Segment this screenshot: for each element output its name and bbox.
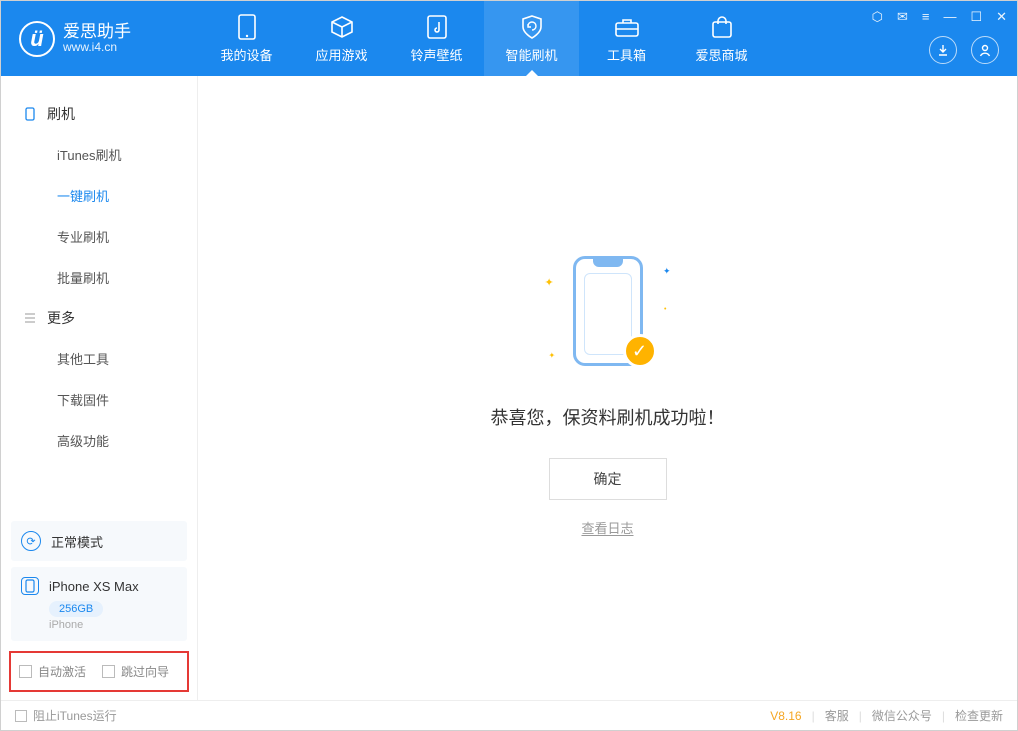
check-update-link[interactable]: 检查更新 [955, 707, 1003, 724]
wechat-link[interactable]: 微信公众号 [872, 707, 932, 724]
option-skip-guide[interactable]: 跳过向导 [102, 663, 169, 680]
menu-icon[interactable]: ≡ [922, 9, 930, 25]
check-badge-icon: ✓ [623, 334, 657, 368]
logo-area: ü 爱思助手 www.i4.cn [1, 21, 199, 57]
close-button[interactable]: ✕ [996, 9, 1007, 25]
sparkle-icon: ✦ [549, 351, 556, 360]
cube-icon [329, 14, 355, 40]
checkbox-icon[interactable] [15, 710, 27, 722]
feedback-icon[interactable]: ✉ [897, 9, 908, 25]
toolbox-icon [614, 14, 640, 40]
sidebar-item-advanced[interactable]: 高级功能 [1, 420, 197, 461]
tab-label: 应用游戏 [315, 45, 367, 64]
group-title: 更多 [47, 308, 75, 328]
sidebar-item-other-tools[interactable]: 其他工具 [1, 338, 197, 379]
main-tabs: 我的设备 应用游戏 铃声壁纸 智能刷机 工具箱 爱思商城 [199, 1, 769, 76]
shield-refresh-icon [519, 14, 545, 40]
tab-label: 爱思商城 [695, 45, 747, 64]
storage-badge: 256GB [49, 601, 103, 617]
sidebar-group-more[interactable]: 更多 [1, 298, 197, 338]
window-controls: ⬡ ✉ ≡ — ☐ ✕ [872, 9, 1007, 25]
app-header: ü 爱思助手 www.i4.cn 我的设备 应用游戏 铃声壁纸 智能刷机 工具箱 [1, 1, 1017, 76]
device-small-icon [23, 107, 37, 121]
sidebar-group-flash[interactable]: 刷机 [1, 94, 197, 134]
success-message: 恭喜您，保资料刷机成功啦！ [491, 404, 725, 430]
app-url: www.i4.cn [63, 41, 131, 54]
device-info-row[interactable]: iPhone XS Max 256GB iPhone [11, 567, 187, 641]
phone-icon [234, 14, 260, 40]
tab-label: 铃声壁纸 [410, 45, 462, 64]
checkbox-icon[interactable] [102, 665, 115, 678]
tab-my-device[interactable]: 我的设备 [199, 1, 294, 76]
status-bar: 阻止iTunes运行 V8.16 | 客服 | 微信公众号 | 检查更新 [1, 700, 1017, 730]
checkbox-icon[interactable] [19, 665, 32, 678]
device-name: iPhone XS Max [49, 579, 139, 594]
tab-apps-games[interactable]: 应用游戏 [294, 1, 389, 76]
option-label: 跳过向导 [121, 663, 169, 680]
shirt-icon[interactable]: ⬡ [872, 9, 883, 25]
device-type: iPhone [49, 619, 177, 631]
header-right-buttons [929, 36, 999, 64]
view-log-link[interactable]: 查看日志 [581, 518, 633, 537]
tab-label: 我的设备 [220, 45, 272, 64]
maximize-button[interactable]: ☐ [970, 9, 982, 25]
sparkle-icon: • [664, 306, 666, 313]
sparkle-icon: ✦ [663, 266, 671, 277]
download-button[interactable] [929, 36, 957, 64]
tab-smart-flash[interactable]: 智能刷机 [484, 1, 579, 76]
confirm-button[interactable]: 确定 [549, 458, 667, 500]
tab-label: 工具箱 [607, 45, 646, 64]
device-mode-label: 正常模式 [51, 532, 103, 551]
device-mode-row[interactable]: ⟳ 正常模式 [11, 521, 187, 561]
sidebar-item-download-firmware[interactable]: 下载固件 [1, 379, 197, 420]
bag-icon [709, 14, 735, 40]
sidebar-item-onekey-flash[interactable]: 一键刷机 [1, 175, 197, 216]
tab-toolbox[interactable]: 工具箱 [579, 1, 674, 76]
phone-small-icon [21, 577, 39, 595]
list-icon [23, 311, 37, 325]
music-file-icon [424, 14, 450, 40]
option-auto-activate[interactable]: 自动激活 [19, 663, 86, 680]
phone-success-illustration: ✦ ✦ ✦ • ✓ [563, 256, 653, 376]
body-area: 刷机 iTunes刷机 一键刷机 专业刷机 批量刷机 更多 其他工具 下载固件 … [1, 76, 1017, 700]
sidebar-item-itunes-flash[interactable]: iTunes刷机 [1, 134, 197, 175]
sparkle-icon: ✦ [545, 276, 554, 289]
option-label: 自动激活 [38, 663, 86, 680]
refresh-circle-icon: ⟳ [21, 531, 41, 551]
logo-text: 爱思助手 www.i4.cn [63, 23, 131, 55]
tab-store[interactable]: 爱思商城 [674, 1, 769, 76]
device-panel: ⟳ 正常模式 iPhone XS Max 256GB iPhone 自动激活 跳 [1, 515, 197, 700]
group-title: 刷机 [47, 104, 75, 124]
sidebar: 刷机 iTunes刷机 一键刷机 专业刷机 批量刷机 更多 其他工具 下载固件 … [1, 76, 198, 700]
app-logo-icon: ü [19, 21, 55, 57]
tab-label: 智能刷机 [505, 45, 557, 64]
flash-options-highlighted: 自动激活 跳过向导 [9, 651, 189, 692]
sidebar-item-pro-flash[interactable]: 专业刷机 [1, 216, 197, 257]
user-button[interactable] [971, 36, 999, 64]
version-label: V8.16 [770, 709, 801, 723]
block-itunes-option[interactable]: 阻止iTunes运行 [33, 707, 117, 724]
sidebar-item-batch-flash[interactable]: 批量刷机 [1, 257, 197, 298]
tab-ringtones-wallpapers[interactable]: 铃声壁纸 [389, 1, 484, 76]
minimize-button[interactable]: — [943, 9, 956, 25]
app-name: 爱思助手 [63, 23, 131, 42]
support-link[interactable]: 客服 [825, 707, 849, 724]
main-content: ✦ ✦ ✦ • ✓ 恭喜您，保资料刷机成功啦！ 确定 查看日志 [198, 76, 1017, 700]
